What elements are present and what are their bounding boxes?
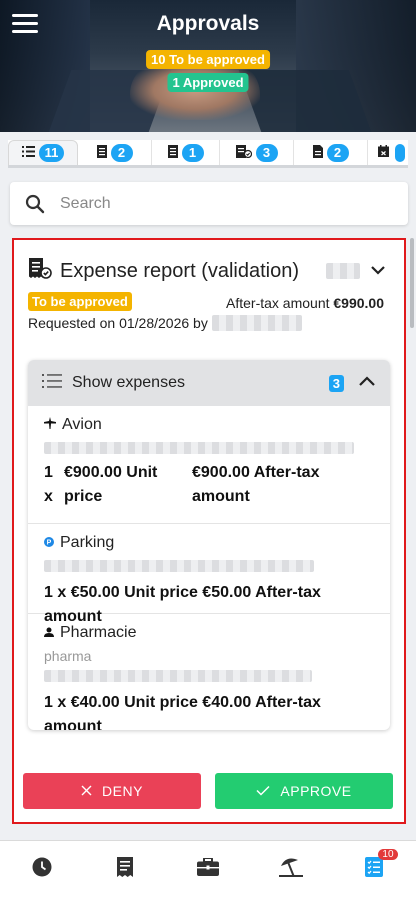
tab-count: 2 [110, 143, 133, 162]
nav-projects[interactable] [166, 841, 249, 898]
expense-description [44, 670, 312, 682]
status-badge: To be approved [28, 292, 132, 311]
card-header-actions [326, 262, 386, 280]
nav-expenses[interactable] [83, 841, 166, 898]
svg-text:P: P [47, 540, 52, 547]
expense-report-card: Expense report (validation) To be approv… [12, 238, 406, 824]
expenses-panel: Show expenses 3 Avion 1 x €900.00 Unit p… [28, 360, 390, 730]
to-be-approved-badge[interactable]: 10 To be approved [146, 50, 270, 69]
tab-leave[interactable] [368, 140, 408, 165]
chevron-up-icon[interactable] [358, 374, 376, 392]
expense-name: Pharmacie [60, 624, 137, 641]
tab-documents[interactable]: 2 [294, 140, 368, 165]
list-icon [21, 145, 35, 160]
nav-time[interactable] [0, 841, 83, 898]
expense-category: pharma [44, 648, 92, 664]
report-amount: After-tax amount €990.00 [226, 295, 384, 311]
avatar [326, 263, 360, 279]
expense-name: Parking [60, 534, 115, 551]
approved-badge[interactable]: 1 Approved [167, 73, 249, 92]
expense-unit-price: €900.00 Unit price [64, 464, 158, 505]
receipt-icon [167, 144, 178, 161]
card-header: Expense report (validation) [28, 258, 299, 285]
expense-description [44, 442, 354, 454]
approve-label: APPROVE [280, 783, 352, 799]
expense-count: 3 [328, 374, 344, 392]
expense-description [44, 560, 314, 572]
expense-item[interactable]: Pharmacie pharma 1 x €40.00 Unit price €… [28, 614, 390, 730]
receipt-icon [96, 144, 107, 161]
receipt-check-icon [28, 258, 52, 285]
tab-count: 1 [181, 143, 204, 162]
document-icon [312, 144, 323, 161]
list-icon [42, 373, 62, 393]
expense-item[interactable]: Avion 1 x €900.00 Unit price €900.00 Aft… [28, 406, 390, 524]
plane-icon [44, 416, 56, 434]
requested-info: Requested on 01/28/2026 by [28, 315, 302, 331]
show-expenses-label: Show expenses [72, 374, 185, 391]
receipt-check-icon [235, 144, 252, 161]
amount-value: €990.00 [333, 295, 384, 311]
show-expenses-toggle[interactable]: Show expenses 3 [28, 360, 390, 406]
expense-quantity: 1 x [44, 464, 53, 505]
receipt-icon [116, 857, 133, 882]
parking-icon: P [44, 534, 54, 552]
expense-amount: €900.00 After-tax amount [192, 464, 320, 505]
amount-label: After-tax amount [226, 295, 330, 311]
nav-leave[interactable] [250, 841, 333, 898]
tab-count: 3 [255, 143, 278, 162]
tab-count [395, 143, 405, 162]
expense-name: Avion [62, 416, 102, 433]
search-icon [10, 194, 60, 214]
requester-name [211, 315, 302, 331]
tab-expense-reports[interactable]: 2 [78, 140, 152, 165]
close-icon [81, 783, 92, 799]
expense-item[interactable]: P Parking 1 x €50.00 Unit price €50.00 A… [28, 524, 390, 625]
person-icon [44, 624, 54, 642]
approve-button[interactable]: APPROVE [215, 773, 393, 809]
page-title: Approvals [156, 12, 260, 35]
notification-badge: 10 [378, 849, 398, 860]
bottom-navigation: 10 [0, 840, 416, 898]
search-input[interactable] [60, 194, 380, 213]
chevron-down-icon[interactable] [370, 262, 386, 280]
briefcase-icon [197, 857, 219, 881]
clock-icon [32, 857, 52, 882]
header-banner: Approvals 10 To be approved 1 Approved [0, 0, 416, 132]
filter-tabs: 11 2 1 3 2 [8, 140, 408, 168]
search-bar[interactable] [10, 182, 408, 225]
scrollbar[interactable] [410, 238, 414, 328]
report-title: Expense report (validation) [60, 260, 300, 282]
tab-expenses[interactable]: 1 [152, 140, 220, 165]
deny-label: DENY [102, 783, 143, 799]
tab-all[interactable]: 11 [8, 140, 78, 165]
calendar-icon [378, 145, 389, 160]
nav-approvals[interactable]: 10 [333, 841, 416, 898]
tab-count: 11 [38, 143, 65, 162]
checklist-icon [365, 857, 384, 882]
beach-umbrella-icon [279, 857, 304, 882]
check-icon [256, 783, 270, 799]
requested-text: Requested on 01/28/2026 by [28, 315, 208, 331]
expense-line: 1 x €40.00 Unit price €40.00 After-tax a… [44, 694, 321, 730]
deny-button[interactable]: DENY [23, 773, 201, 809]
tab-validations[interactable]: 3 [220, 140, 294, 165]
tab-count: 2 [326, 143, 349, 162]
